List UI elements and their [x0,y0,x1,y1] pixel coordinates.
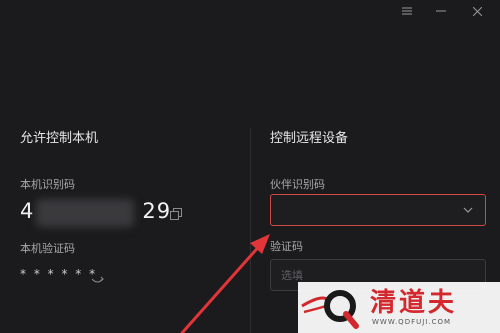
local-code-value: * * * * * * [20,267,98,281]
copy-icon[interactable] [170,205,182,220]
menu-icon[interactable] [392,0,422,22]
remote-control-title: 控制远程设备 [270,131,349,146]
partner-id-label: 伙伴识别码 [270,178,325,191]
refresh-code-icon[interactable] [91,269,104,283]
watermark-title: 清道夫 [370,288,458,318]
local-id-label: 本机识别码 [20,178,75,191]
local-id-suffix: 29 [142,199,172,223]
minimize-icon[interactable] [426,0,456,22]
close-icon[interactable] [462,0,492,22]
watermark-url: WWW.QDFUJI.COM [372,318,452,326]
allow-control-title: 允许控制本机 [20,131,99,146]
panel-divider [250,128,251,333]
chevron-down-icon [463,207,473,213]
id-blur-mask [36,199,134,227]
partner-id-dropdown[interactable] [270,194,486,226]
watermark-logo [301,290,359,329]
title-bar [0,0,500,22]
local-code-label: 本机验证码 [20,242,75,255]
remote-code-label: 验证码 [270,240,303,253]
local-id-prefix: 4 [20,199,35,223]
